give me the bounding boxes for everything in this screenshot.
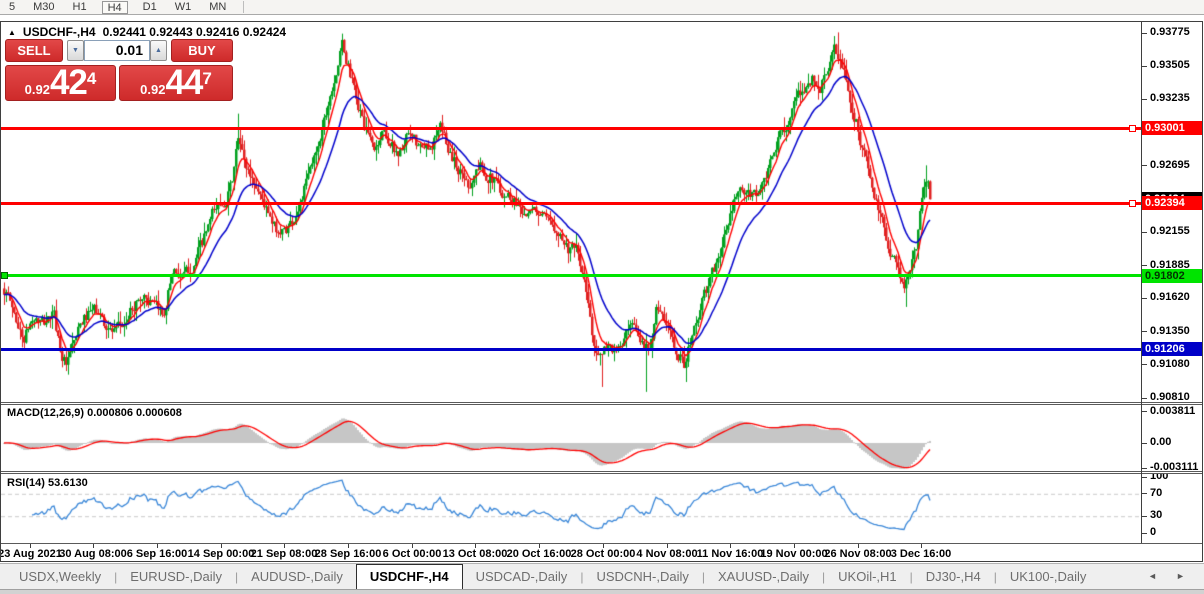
buy-price-big: 44	[165, 63, 203, 102]
level-line-0.92394[interactable]	[1, 201, 1141, 205]
sell-button[interactable]: SELL	[5, 39, 63, 62]
price-tick: 0.93505	[1150, 59, 1190, 72]
trading-terminal: 5 M30 H1 H4 D1 W1 MN ▲ USDCHF-,H4 0.92441 0.92…	[0, 0, 1204, 594]
rsi-indicator-label: RSI(14) 53.6130	[7, 477, 88, 489]
price-tick-dash	[1142, 99, 1147, 100]
price-tick: 0.91080	[1150, 357, 1190, 370]
chart-title: ▲ USDCHF-,H4 0.92441 0.92443 0.92416 0.9…	[8, 25, 286, 39]
chart-tab-bar: USDX,Weekly | EURUSD-,Daily | AUDUSD-,Daily U…	[0, 563, 1204, 590]
rsi-tick-dash	[1142, 533, 1147, 534]
timeframe-toolbar: 5 M30 H1 H4 D1 W1 MN	[0, 0, 1204, 15]
volume-input[interactable]: 0.01	[84, 40, 150, 61]
one-click-trading-panel: SELL ▼ 0.01 ▲ BUY 0.92424 0.92447	[5, 39, 233, 101]
tab-usdcad-daily[interactable]: USDCAD-,Daily	[463, 564, 581, 590]
tab-audusd-daily[interactable]: AUDUSD-,Daily	[238, 564, 356, 590]
price-tick-dash	[1142, 298, 1147, 299]
timeframe-button-H4[interactable]: H4	[101, 0, 128, 14]
price-tick-dash	[1142, 331, 1147, 332]
collapse-icon[interactable]: ▲	[8, 28, 16, 37]
macd-indicator-label: MACD(12,26,9) 0.000806 0.000608	[7, 407, 182, 419]
tab-ukoil-h1[interactable]: UKOil-,H1	[825, 564, 910, 590]
rsi-pane-canvas[interactable]	[1, 473, 1141, 543]
price-marker-0.93001: 0.93001	[1142, 121, 1203, 136]
price-tick: 0.92695	[1150, 158, 1190, 171]
level-line-handle[interactable]	[1129, 199, 1136, 207]
chart-symbol-label: USDCHF-,H4	[22, 25, 96, 39]
tab-usdx-weekly[interactable]: USDX,Weekly	[6, 564, 114, 590]
rsi-tick: 70	[1150, 486, 1163, 499]
price-tick-dash	[1142, 364, 1147, 365]
rsi-tick-dash	[1142, 493, 1147, 494]
rsi-tick: 30	[1150, 509, 1163, 522]
price-tick: 0.93235	[1150, 92, 1190, 105]
sell-price-panel[interactable]: 0.92424	[5, 65, 116, 101]
level-line-handle[interactable]	[1129, 124, 1136, 132]
price-tick-dash	[1142, 33, 1147, 34]
timeframe-button-H1[interactable]: H1	[70, 1, 90, 14]
buy-button[interactable]: BUY	[171, 39, 233, 62]
tab-xauusd-daily[interactable]: XAUUSD-,Daily	[705, 564, 822, 590]
chart-ohlc-values: 0.92441 0.92443 0.92416 0.92424	[102, 25, 287, 39]
level-line-0.91802[interactable]	[1, 274, 1141, 278]
tab-usdcnh-daily[interactable]: USDCNH-,Daily	[583, 564, 701, 590]
macd-tick-dash	[1142, 443, 1147, 444]
price-tick-dash	[1142, 398, 1147, 399]
spin-down-icon: ▼	[72, 47, 79, 54]
pane-separator-macd[interactable]	[1, 402, 1202, 405]
price-marker-0.91802: 0.91802	[1142, 268, 1203, 283]
price-marker-0.92394: 0.92394	[1142, 196, 1203, 210]
pane-separator-rsi[interactable]	[1, 471, 1202, 474]
tab-usdchf-h4[interactable]: USDCHF-,H4	[355, 563, 463, 590]
date-label: 3 Dec 16:00	[890, 548, 952, 560]
tab-eurusd-daily[interactable]: EURUSD-,Daily	[117, 564, 235, 590]
rsi-tick-dash	[1142, 516, 1147, 517]
macd-tick-dash	[1142, 468, 1147, 469]
rsi-tick: 0	[1150, 526, 1157, 538]
price-tick: 0.91620	[1150, 291, 1190, 304]
price-tick-dash	[1142, 232, 1147, 233]
spin-up-icon: ▲	[155, 47, 162, 54]
macd-tick: 0.00	[1150, 436, 1172, 448]
price-marker-0.91206: 0.91206	[1142, 342, 1203, 357]
chart-tabs: USDX,Weekly | EURUSD-,Daily | AUDUSD-,Daily U…	[6, 563, 1100, 590]
buy-price-prefix: 0.92	[140, 82, 166, 97]
tab-scroll-right-icon[interactable]: ►	[1176, 571, 1185, 581]
timeframe-button-D1[interactable]: D1	[140, 1, 160, 14]
timeframe-button-MN[interactable]: MN	[206, 1, 229, 14]
price-tick-dash	[1142, 265, 1147, 266]
toolbar-separator	[243, 1, 245, 13]
level-line-0.93001[interactable]	[1, 126, 1141, 130]
timeframe-button-W1[interactable]: W1	[172, 1, 195, 14]
price-tick: 0.92155	[1150, 225, 1190, 238]
price-tick: 0.93775	[1150, 26, 1190, 38]
volume-decrease-button[interactable]: ▼	[67, 40, 84, 61]
level-line-0.91206[interactable]	[1, 347, 1141, 351]
level-line-handle[interactable]	[1, 272, 8, 280]
buy-price-pip: 7	[202, 69, 212, 88]
timeframe-button-5[interactable]: 5	[6, 1, 18, 14]
axis-border	[1141, 22, 1142, 543]
price-tick-dash	[1142, 66, 1147, 67]
chart-bottom-border	[1, 543, 1202, 544]
sell-price-prefix: 0.92	[24, 82, 50, 97]
macd-tick: 0.003811	[1150, 404, 1196, 417]
status-strip	[0, 589, 1204, 594]
sell-price-big: 42	[49, 63, 88, 102]
volume-increase-button[interactable]: ▲	[150, 40, 167, 61]
tab-dj30-h4[interactable]: DJ30-,H4	[913, 564, 994, 590]
rsi-tick-dash	[1142, 477, 1147, 478]
tab-uk100-daily[interactable]: UK100-,Daily	[997, 564, 1100, 590]
sell-price-pip: 4	[86, 69, 97, 88]
price-tick: 0.91350	[1150, 324, 1190, 337]
timeframe-buttons: 5 M30 H1 H4 D1 W1 MN	[0, 0, 235, 14]
price-tick-dash	[1142, 165, 1147, 166]
timeframe-button-M30[interactable]: M30	[30, 1, 57, 14]
macd-tick-dash	[1142, 411, 1147, 412]
buy-price-panel[interactable]: 0.92447	[119, 65, 233, 101]
tab-scroll-left-icon[interactable]: ◄	[1148, 571, 1157, 581]
